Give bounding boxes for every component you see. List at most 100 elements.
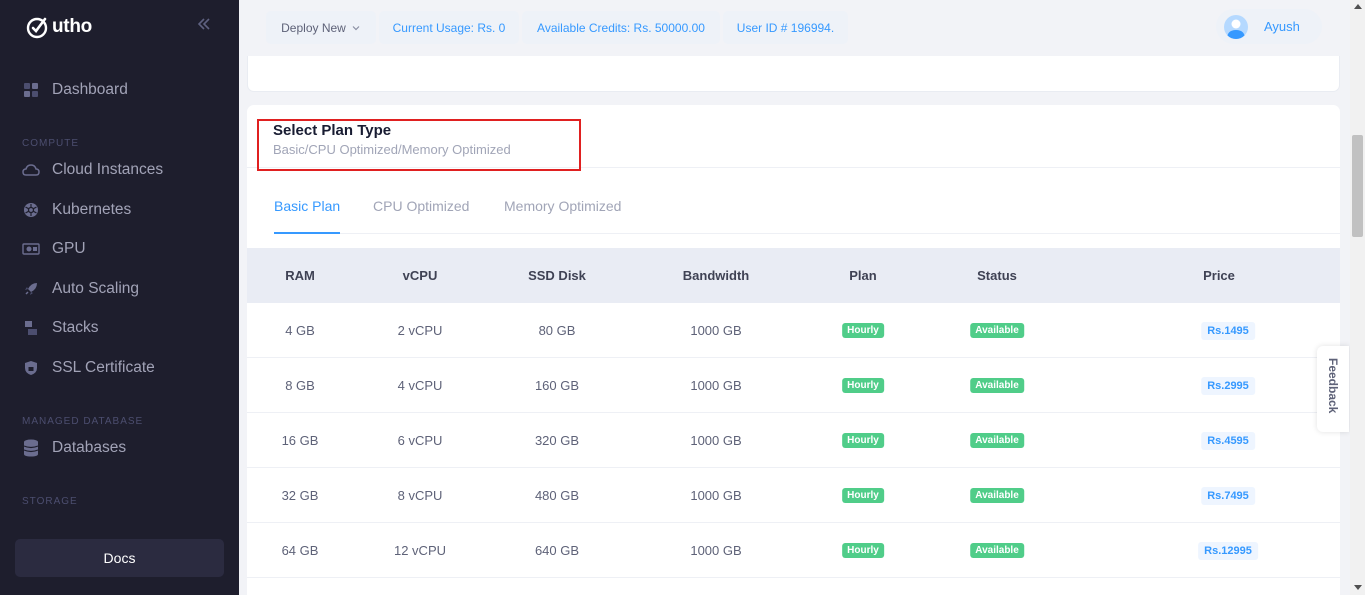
tab-basic-plan[interactable]: Basic Plan	[274, 198, 341, 234]
sidebar-item-cloud-instances[interactable]: Cloud Instances	[22, 158, 163, 182]
plan-tabs: Basic Plan CPU Optimized Memory Optimize…	[274, 198, 1340, 234]
price-badge: Rs.2995	[1201, 377, 1255, 395]
plan-badge: Hourly	[842, 378, 884, 393]
rocket-icon	[22, 280, 40, 298]
column-header-plan: Plan	[849, 268, 877, 283]
price-badge: Rs.7495	[1201, 487, 1255, 505]
price-badge: Rs.4595	[1201, 432, 1255, 450]
cell-ssd: 480 GB	[534, 488, 580, 503]
price-badge: Rs.1495	[1201, 322, 1255, 340]
column-header-ssd-disk: SSD Disk	[528, 268, 586, 283]
sidebar-item-gpu[interactable]: GPU	[22, 237, 86, 261]
deploy-new-dropdown[interactable]: Deploy New	[266, 11, 376, 44]
scroll-up-icon[interactable]	[1354, 4, 1362, 9]
price-badge: Rs.12995	[1198, 542, 1258, 560]
plan-subtitle: Basic/CPU Optimized/Memory Optimized	[273, 142, 511, 157]
cell-ssd: 320 GB	[534, 433, 580, 448]
cell-ram: 64 GB	[281, 543, 319, 558]
sidebar-item-databases[interactable]: Databases	[22, 436, 126, 460]
brand-logo[interactable]: utho	[26, 15, 92, 39]
page-scrollbar[interactable]	[1350, 0, 1365, 595]
table-header: RAM vCPU SSD Disk Bandwidth Plan Status …	[247, 248, 1340, 303]
kubernetes-icon	[22, 201, 40, 219]
sidebar-item-kubernetes[interactable]: Kubernetes	[22, 198, 131, 222]
cell-bandwidth: 1000 GB	[690, 433, 742, 448]
column-header-status: Status	[977, 268, 1017, 283]
topbar: Deploy New Current Usage: Rs. 0 Availabl…	[239, 0, 1350, 56]
column-header-bandwidth: Bandwidth	[682, 268, 750, 283]
status-badge: Available	[970, 323, 1024, 338]
status-badge: Available	[970, 378, 1024, 393]
plan-badge: Hourly	[842, 433, 884, 448]
cell-vcpu: 2 vCPU	[397, 323, 443, 338]
logo-check-icon	[26, 17, 48, 39]
cell-vcpu: 4 vCPU	[397, 378, 443, 393]
docs-button[interactable]: Docs	[15, 539, 224, 577]
cell-ram: 4 GB	[285, 323, 315, 338]
plan-card: Select Plan Type Basic/CPU Optimized/Mem…	[247, 105, 1340, 595]
cell-bandwidth: 1000 GB	[690, 323, 742, 338]
available-credits-pill[interactable]: Available Credits: Rs. 50000.00	[522, 11, 720, 44]
sidebar-item-label: Stacks	[52, 319, 99, 336]
section-compute: COMPUTE	[22, 138, 79, 149]
sidebar-item-auto-scaling[interactable]: Auto Scaling	[22, 277, 139, 301]
dashboard-icon	[22, 81, 40, 99]
sidebar-item-label: Auto Scaling	[52, 280, 140, 297]
user-name: Ayush	[1264, 19, 1300, 34]
scrollbar-thumb[interactable]	[1352, 135, 1363, 237]
column-header-ram: RAM	[285, 268, 315, 283]
scroll-down-icon[interactable]	[1354, 585, 1362, 590]
cell-ssd: 640 GB	[534, 543, 580, 558]
user-id-pill[interactable]: User ID # 196994.	[723, 11, 848, 44]
feedback-tab[interactable]: Feedback	[1317, 346, 1349, 432]
user-menu[interactable]: Ayush	[1216, 9, 1322, 44]
sidebar-item-label: Cloud Instances	[52, 161, 164, 178]
deploy-new-label: Deploy New	[281, 20, 346, 35]
cell-bandwidth: 1000 GB	[690, 378, 742, 393]
sidebar-item-label: Databases	[52, 439, 127, 456]
status-badge: Available	[970, 488, 1024, 503]
sidebar-item-label: Kubernetes	[52, 201, 132, 218]
sidebar-item-label: Dashboard	[52, 81, 128, 98]
sidebar-item-label: GPU	[52, 240, 86, 257]
tab-cpu-optimized[interactable]: CPU Optimized	[373, 198, 469, 234]
column-header-vcpu: vCPU	[402, 268, 438, 283]
cell-ram: 8 GB	[285, 378, 315, 393]
database-icon	[22, 439, 40, 457]
plan-badge: Hourly	[842, 323, 884, 338]
table-row[interactable]: 4 GB 2 vCPU 80 GB 1000 GB Hourly Availab…	[247, 303, 1340, 358]
previous-card	[247, 56, 1340, 92]
available-credits-label: Available Credits: Rs. 50000.00	[537, 20, 705, 35]
current-usage-label: Current Usage: Rs. 0	[392, 20, 506, 35]
sidebar: utho Dashboard COMPUTE Cloud Instances K…	[0, 0, 239, 595]
plan-badge: Hourly	[842, 488, 884, 503]
collapse-sidebar-icon[interactable]	[196, 16, 212, 37]
table-row[interactable]: 16 GB 6 vCPU 320 GB 1000 GB Hourly Avail…	[247, 413, 1340, 468]
table-row[interactable]: 64 GB 12 vCPU 640 GB 1000 GB Hourly Avai…	[247, 523, 1340, 578]
user-id-label: User ID # 196994.	[736, 20, 835, 35]
table-row[interactable]: 32 GB 8 vCPU 480 GB 1000 GB Hourly Avail…	[247, 468, 1340, 523]
brand-name: utho	[52, 16, 92, 37]
plan-title: Select Plan Type	[273, 122, 392, 139]
cell-ram: 32 GB	[281, 488, 319, 503]
cell-bandwidth: 1000 GB	[690, 488, 742, 503]
gpu-icon	[22, 240, 40, 258]
cloud-icon	[22, 161, 40, 179]
table-row[interactable]: 8 GB 4 vCPU 160 GB 1000 GB Hourly Availa…	[247, 358, 1340, 413]
cell-ram: 16 GB	[281, 433, 319, 448]
section-managed-database: MANAGED DATABASE	[22, 416, 144, 427]
status-badge: Available	[970, 433, 1024, 448]
current-usage-pill[interactable]: Current Usage: Rs. 0	[379, 11, 519, 44]
section-storage: STORAGE	[22, 496, 78, 507]
sidebar-item-dashboard[interactable]: Dashboard	[22, 78, 128, 102]
chevron-down-icon	[352, 25, 360, 30]
feedback-label: Feedback	[1326, 358, 1340, 414]
cell-ssd: 80 GB	[538, 323, 576, 338]
cell-ssd: 160 GB	[534, 378, 580, 393]
status-badge: Available	[970, 543, 1024, 558]
cell-vcpu: 8 vCPU	[397, 488, 443, 503]
sidebar-item-stacks[interactable]: Stacks	[22, 316, 99, 340]
sidebar-item-ssl-certificate[interactable]: SSL Certificate	[22, 356, 155, 380]
sidebar-item-label: SSL Certificate	[52, 359, 155, 376]
tab-memory-optimized[interactable]: Memory Optimized	[504, 198, 621, 234]
